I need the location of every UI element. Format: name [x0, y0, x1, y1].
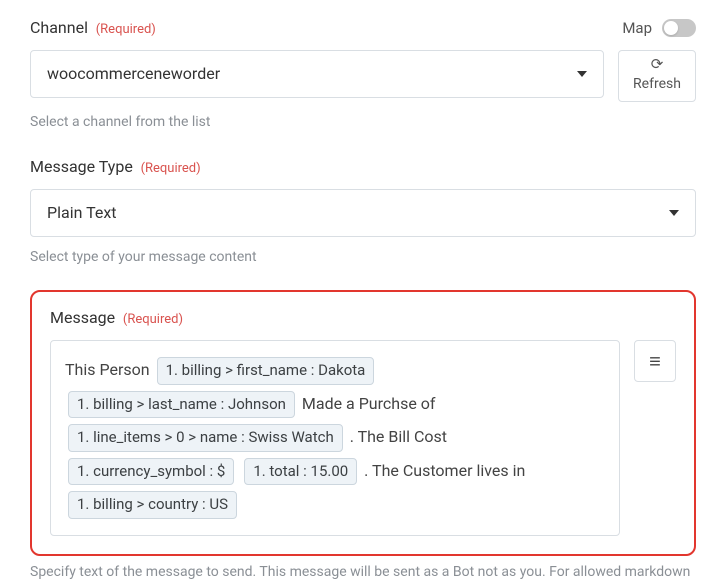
message-type-select[interactable]: Plain Text [30, 189, 696, 237]
map-toggle-group: Map [622, 17, 696, 40]
map-label: Map [622, 17, 652, 40]
channel-select[interactable]: woocommerceneworder [30, 50, 604, 98]
message-options-button[interactable]: ≡ [634, 340, 676, 382]
message-type-field: Message Type (Required) Plain Text Selec… [30, 155, 696, 268]
map-toggle[interactable] [662, 19, 696, 37]
message-helper: Specify text of the message to send. Thi… [0, 556, 726, 583]
message-type-value: Plain Text [47, 201, 117, 225]
channel-required: (Required) [96, 22, 156, 37]
refresh-button[interactable]: ⟳ Refresh [618, 50, 696, 102]
refresh-label: Refresh [633, 74, 681, 95]
message-required: (Required) [123, 312, 183, 327]
message-label: Message [50, 308, 115, 327]
data-token[interactable]: 1. billing > country : US [68, 491, 237, 519]
caret-down-icon [577, 71, 587, 77]
message-type-helper: Select type of your message content [30, 247, 696, 268]
channel-label: Channel [30, 18, 88, 37]
data-token[interactable]: 1. total : 15.00 [244, 458, 357, 486]
hamburger-icon: ≡ [649, 346, 661, 376]
channel-label-group: Channel (Required) [30, 16, 156, 40]
data-token[interactable]: 1. billing > first_name : Dakota [157, 357, 375, 385]
toggle-knob [664, 21, 678, 35]
channel-helper: Select a channel from the list [30, 112, 696, 133]
refresh-icon: ⟳ [651, 57, 664, 72]
message-type-label: Message Type [30, 157, 133, 176]
message-section: Message (Required) This Person 1. billin… [30, 290, 696, 556]
data-token[interactable]: 1. billing > last_name : Johnson [68, 391, 295, 419]
channel-label-row: Channel (Required) Map [30, 16, 696, 40]
caret-down-icon [669, 210, 679, 216]
channel-select-value: woocommerceneworder [47, 62, 220, 86]
channel-field: Channel (Required) Map woocommerceneword… [30, 16, 696, 133]
message-type-label-row: Message Type (Required) [30, 155, 696, 179]
data-token[interactable]: 1. currency_symbol : $ [68, 458, 234, 486]
message-input[interactable]: This Person 1. billing > first_name : Da… [50, 340, 620, 536]
message-type-required: (Required) [141, 161, 201, 176]
data-token[interactable]: 1. line_items > 0 > name : Swiss Watch [68, 424, 343, 452]
